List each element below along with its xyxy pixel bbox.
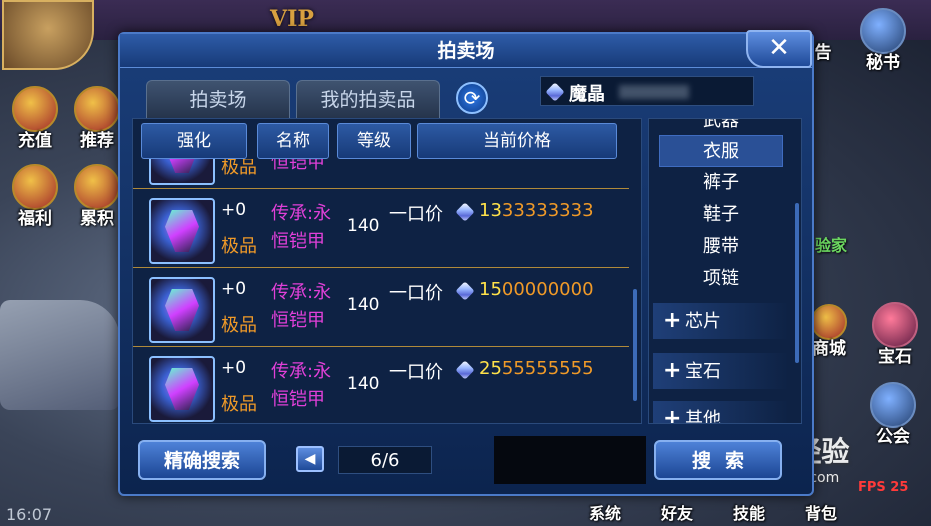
item-level: 140 (347, 216, 380, 236)
plus-icon: + (663, 308, 682, 333)
player-avatar[interactable] (2, 0, 94, 70)
item-price: 2555555555 (479, 358, 594, 379)
redacted-amount (619, 85, 689, 99)
category-group-other[interactable]: + 其他 (653, 401, 789, 424)
category-shoes[interactable]: 鞋子 (659, 199, 783, 231)
currency-display: 魔晶 (540, 76, 754, 106)
close-icon: ✕ (768, 33, 790, 63)
item-name: 传承:永恒铠甲 (271, 361, 332, 410)
tab-auction[interactable]: 拍卖场 (146, 80, 290, 118)
guild-button[interactable]: 公会 (862, 382, 924, 447)
tab-my-items[interactable]: 我的拍卖品 (296, 80, 440, 118)
category-group-gem[interactable]: + 宝石 (653, 353, 789, 389)
vip-badge[interactable]: VIP (270, 6, 314, 32)
category-pants[interactable]: 裤子 (659, 167, 783, 199)
item-grade: 极品 (221, 236, 257, 257)
item-name: 恒铠甲 (271, 159, 325, 173)
page-prev-button[interactable]: ◀ (296, 446, 324, 472)
table-row[interactable]: 极品 恒铠甲 140 (133, 159, 629, 189)
item-grade: 极品 (221, 159, 257, 178)
explore-label[interactable]: 验家 (815, 232, 847, 256)
column-enhance[interactable]: 强化 (141, 123, 247, 159)
price-type: 一口价 (389, 362, 443, 383)
fps-counter: FPS 25 (858, 480, 909, 495)
secretary-button[interactable]: 秘书 (852, 8, 914, 73)
plus-icon: + (663, 358, 682, 383)
close-button[interactable]: ✕ (746, 30, 812, 68)
gem-button[interactable]: 宝石 (864, 302, 926, 367)
category-belt[interactable]: 腰带 (659, 231, 783, 263)
system-button[interactable]: 系统 (574, 500, 636, 524)
welfare-button[interactable]: 福利 (4, 164, 66, 229)
category-necklace[interactable]: 项链 (659, 263, 783, 295)
dialog-title: 拍卖场 (120, 34, 812, 68)
item-price: 1500000000 (479, 279, 594, 300)
category-group-chip[interactable]: + 芯片 (653, 303, 789, 339)
gem-icon (545, 82, 565, 102)
item-level: 140 (347, 295, 380, 315)
ship-illustration (0, 300, 120, 410)
gem-icon (455, 360, 475, 380)
armor-icon (149, 356, 215, 422)
armor-icon (149, 159, 215, 185)
table-row[interactable]: +0 极品 传承:永恒铠甲 140 一口价 1500000000 (133, 269, 629, 347)
item-name: 传承:永恒铠甲 (271, 282, 332, 331)
item-enhance: +0 (221, 279, 247, 299)
recharge-button[interactable]: 充值 (4, 86, 66, 151)
auction-dialog: 拍卖场 ✕ 拍卖场 我的拍卖品 ⟳ 魔晶 强化 名称 等级 当前价格 极品 恒铠… (118, 30, 814, 496)
redacted-area (494, 436, 646, 484)
skills-button[interactable]: 技能 (718, 500, 780, 524)
friends-button[interactable]: 好友 (646, 500, 708, 524)
auction-rows[interactable]: 极品 恒铠甲 140 +0 极品 传承:永恒铠甲 140 一口价 1333333… (133, 159, 629, 423)
price-type: 一口价 (389, 204, 443, 225)
refresh-icon: ⟳ (463, 86, 481, 110)
item-price: 1333333333 (479, 200, 594, 221)
item-level: 140 (347, 374, 380, 394)
table-row[interactable]: +0 极品 传承:永恒铠甲 140 一口价 2555555555 (133, 348, 629, 423)
item-grade: 极品 (221, 315, 257, 336)
table-row[interactable]: +0 极品 传承:永恒铠甲 140 一口价 1333333333 (133, 190, 629, 268)
gem-icon (455, 281, 475, 301)
clock: 16:07 (6, 505, 53, 524)
item-grade: 极品 (221, 394, 257, 415)
armor-icon (149, 277, 215, 343)
search-button[interactable]: 搜索 (654, 440, 782, 480)
page-indicator: 6/6 (338, 446, 432, 474)
item-enhance: +0 (221, 358, 247, 378)
category-panel: 武器 衣服 裤子 鞋子 腰带 项链 + 芯片 + 宝石 + 其他 (648, 118, 802, 424)
gem-icon (455, 202, 475, 222)
item-enhance: +0 (221, 200, 247, 220)
left-arrow-icon: ◀ (304, 451, 316, 467)
backpack-button[interactable]: 背包 (790, 500, 852, 524)
category-scrollbar[interactable] (795, 203, 799, 363)
price-type: 一口价 (389, 283, 443, 304)
list-scrollbar[interactable] (633, 289, 637, 401)
column-level[interactable]: 等级 (337, 123, 411, 159)
item-name: 传承:永恒铠甲 (271, 203, 332, 252)
precise-search-button[interactable]: 精确搜索 (138, 440, 266, 480)
armor-icon (149, 198, 215, 264)
plus-icon: + (663, 406, 682, 424)
refresh-button[interactable]: ⟳ (456, 82, 488, 114)
category-clothes[interactable]: 衣服 (659, 135, 783, 167)
column-price[interactable]: 当前价格 (417, 123, 617, 159)
currency-name: 魔晶 (569, 84, 605, 105)
column-name[interactable]: 名称 (257, 123, 329, 159)
auction-list-panel: 强化 名称 等级 当前价格 极品 恒铠甲 140 +0 极品 传承:永恒铠甲 1… (132, 118, 642, 424)
